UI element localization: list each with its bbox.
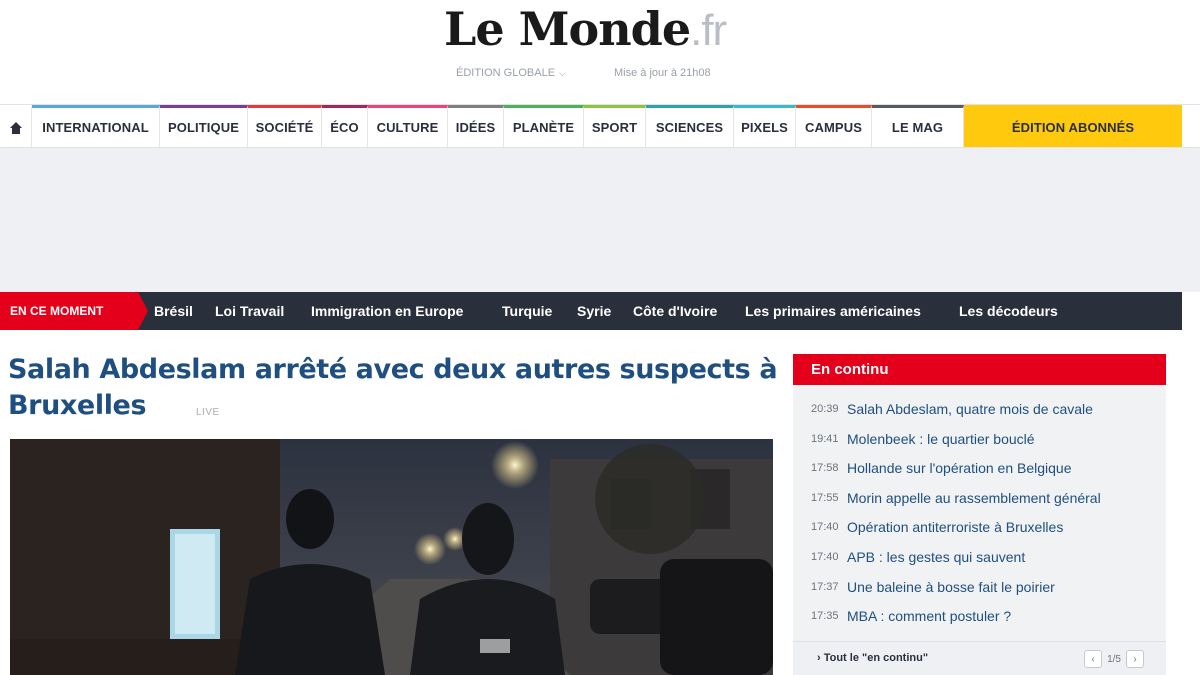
logo-main: Le Monde [444,2,691,56]
trending-link[interactable]: Les décodeurs [959,292,1058,330]
nav-item-international[interactable]: INTERNATIONAL [32,105,160,147]
nav-label: INTERNATIONAL [42,120,149,135]
live-feed-pager: ‹ 1/5 › [1084,649,1144,669]
trending-link[interactable]: Immigration en Europe [311,292,463,330]
nav-label: CAMPUS [805,120,862,135]
main-nav: INTERNATIONAL POLITIQUE SOCIÉTÉ ÉCO CULT… [0,104,1200,148]
edition-label: ÉDITION GLOBALE [456,67,556,79]
nav-label: CULTURE [376,120,439,135]
live-feed-time: 17:55 [811,492,839,504]
edition-selector[interactable]: ÉDITION GLOBALE ⌵ [456,67,566,79]
all-live-link[interactable]: › Tout le "en continu" [817,652,928,664]
nav-label: IDÉES [455,120,496,135]
trending-link[interactable]: Loi Travail [215,292,284,330]
nav-label: SPORT [591,120,638,135]
trending-label: EN CE MOMENT [0,292,148,330]
nav-label: ÉDITION ABONNÉS [1011,120,1135,135]
edition-row: ÉDITION GLOBALE ⌵ Mise à jour à 21h08 [0,67,1200,83]
nav-label: SCIENCES [655,120,724,135]
live-feed-item[interactable]: 17:55 Morin appelle au rassemblement gén… [793,483,1166,513]
nav-item-idees[interactable]: IDÉES [448,105,504,147]
live-feed-link[interactable]: MBA : comment postuler ? [847,608,1011,624]
live-feed-item[interactable]: 17:40 Opération antiterroriste à Bruxell… [793,512,1166,542]
chevron-left-icon[interactable]: ‹ [1084,650,1103,668]
nav-edition-abonnes[interactable]: ÉDITION ABONNÉS [964,105,1182,147]
live-feed-item[interactable]: 17:58 Hollande sur l'opération en Belgiq… [793,453,1166,483]
nav-item-pixels[interactable]: PIXELS [734,105,796,147]
nav-item-campus[interactable]: CAMPUS [796,105,872,147]
live-feed-link[interactable]: APB : les gestes qui sauvent [847,549,1025,565]
live-feed-time: 17:58 [811,462,839,474]
trending-link[interactable]: Syrie [577,292,611,330]
live-feed-item[interactable]: 17:40 APB : les gestes qui sauvent [793,542,1166,572]
trending-bar: EN CE MOMENT Brésil Loi Travail Immigrat… [0,292,1182,330]
nav-item-planete[interactable]: PLANÈTE [504,105,584,147]
nav-item-sport[interactable]: SPORT [584,105,646,147]
article-photo[interactable] [10,439,773,675]
nav-item-sciences[interactable]: SCIENCES [646,105,734,147]
nav-item-culture[interactable]: CULTURE [368,105,448,147]
trending-link[interactable]: Brésil [154,292,193,330]
nav-item-le-mag[interactable]: LE MAG [872,105,964,147]
nav-item-politique[interactable]: POLITIQUE [160,105,248,147]
live-feed-link[interactable]: Opération antiterroriste à Bruxelles [847,519,1063,535]
live-feed-link[interactable]: Molenbeek : le quartier bouclé [847,431,1035,447]
nav-label: PLANÈTE [512,120,575,135]
nav-label: ÉCO [330,120,359,135]
chevron-right-icon[interactable]: › [1126,650,1144,668]
live-feed-time: 17:40 [811,521,839,533]
live-feed-item[interactable]: 20:39 Salah Abdeslam, quatre mois de cav… [793,394,1166,424]
nav-label: SOCIÉTÉ [255,120,314,135]
site-logo[interactable]: Le Monde.fr [444,2,744,60]
photo-illustration [10,439,773,675]
nav-label: LE MAG [891,120,944,135]
live-feed-time: 19:41 [811,433,839,445]
pager-count: 1/5 [1107,653,1121,665]
chevron-down-icon: ⌵ [559,68,566,78]
live-feed-time: 17:35 [811,610,839,622]
trending-link[interactable]: Les primaires américaines [745,292,921,330]
nav-label: PIXELS [741,120,788,135]
live-feed-footer: › Tout le "en continu" ‹ 1/5 › [793,641,1166,675]
live-feed-link[interactable]: Morin appelle au rassemblement général [847,490,1101,506]
ad-banner-space [0,148,1200,292]
site-header: Le Monde.fr ÉDITION GLOBALE ⌵ Mise à jour… [0,0,1200,104]
trending-link[interactable]: Côte d'Ivoire [633,292,717,330]
live-feed-item[interactable]: 17:35 MBA : comment postuler ? [793,601,1166,631]
home-icon [9,121,22,134]
live-feed-item[interactable]: 17:37 Une baleine à bosse fait le poirie… [793,572,1166,602]
nav-label: POLITIQUE [168,120,239,135]
update-time: Mise à jour à 21h08 [614,67,711,79]
live-feed-time: 17:37 [811,581,839,593]
nav-home[interactable] [0,105,32,147]
article-headline[interactable]: Salah Abdeslam arrêté avec deux autres s… [8,352,778,424]
live-feed-time: 20:39 [811,403,839,415]
live-feed-link[interactable]: Salah Abdeslam, quatre mois de cavale [847,401,1093,417]
nav-item-eco[interactable]: ÉCO [322,105,368,147]
live-feed-panel: En continu 20:39 Salah Abdeslam, quatre … [793,354,1166,675]
live-feed-link[interactable]: Hollande sur l'opération en Belgique [847,460,1072,476]
live-feed-time: 17:40 [811,551,839,563]
nav-item-societe[interactable]: SOCIÉTÉ [248,105,322,147]
live-feed-title[interactable]: En continu [793,354,1166,385]
live-feed-link[interactable]: Une baleine à bosse fait le poirier [847,579,1055,595]
live-feed-item[interactable]: 19:41 Molenbeek : le quartier bouclé [793,424,1166,454]
live-badge: LIVE [196,407,220,418]
logo-tld: .fr [690,6,727,55]
trending-link[interactable]: Turquie [502,292,552,330]
